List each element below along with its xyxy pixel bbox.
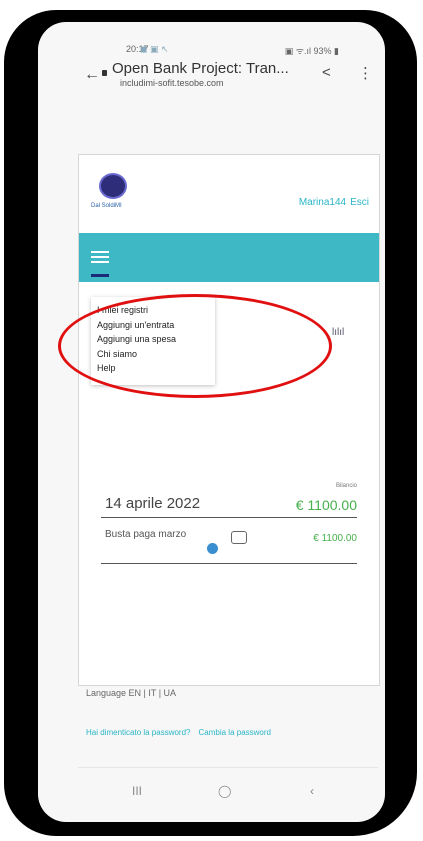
hamburger-menu-icon[interactable] — [91, 251, 109, 264]
footer-divider — [78, 767, 378, 768]
chart-icon[interactable]: lılıl — [332, 327, 344, 338]
income-category-icon — [207, 543, 218, 554]
annotation-circle — [58, 294, 332, 398]
phone-frame: 20:17 ◼ ▣ ↖ ▣ ᯤ.ıl 93% ▮ ← Open Bank Pro… — [4, 10, 417, 836]
share-icon[interactable]: < — [322, 64, 331, 81]
nav-bar — [79, 233, 379, 282]
status-bar: 20:17 ◼ ▣ ↖ ▣ ᯤ.ıl 93% ▮ — [38, 22, 385, 56]
active-menu-indicator — [91, 274, 109, 277]
balance-label: Bilancio — [335, 483, 357, 489]
more-options-icon[interactable]: ⋮ — [358, 64, 373, 82]
user-area: Marina144 Esci — [295, 197, 369, 208]
language-selector[interactable]: Language EN | IT | UA — [86, 688, 176, 698]
transaction-amount: € 1100.00 — [313, 533, 357, 544]
browser-page-title[interactable]: Open Bank Project: Tran... — [112, 60, 289, 77]
logo-emblem-icon — [99, 173, 127, 199]
recents-icon[interactable]: III — [132, 784, 142, 798]
app-logo[interactable]: Dal SoldiMI — [91, 173, 139, 213]
divider-line — [101, 517, 357, 518]
logout-link[interactable]: Esci — [350, 197, 369, 208]
transaction-date: 14 aprile 2022 — [105, 495, 201, 512]
web-page-card: Dal SoldiMI Marina144 Esci I miei registr… — [78, 154, 380, 686]
browser-url[interactable]: includimi-sofit.tesobe.com — [120, 78, 224, 88]
transaction-description[interactable]: Busta paga marzo — [105, 529, 186, 540]
lock-icon — [102, 70, 107, 76]
password-links: Hai dimenticato la password? Cambia la pa… — [86, 728, 279, 737]
divider-line — [101, 563, 357, 564]
android-nav-bar: III ◯ ‹ — [38, 774, 385, 814]
browser-toolbar: ← Open Bank Project: Tran... includimi-s… — [38, 54, 385, 106]
username-link[interactable]: Marina144 — [299, 197, 346, 208]
comment-icon[interactable] — [231, 531, 247, 544]
day-total: € 1100.00 — [295, 497, 357, 513]
logo-text: Dal SoldiMI — [91, 203, 122, 209]
home-icon[interactable]: ◯ — [218, 784, 231, 798]
change-password-link[interactable]: Cambia la password — [199, 728, 271, 737]
phone-screen: 20:17 ◼ ▣ ↖ ▣ ᯤ.ıl 93% ▮ ← Open Bank Pro… — [38, 22, 385, 822]
forgot-password-link[interactable]: Hai dimenticato la password? — [86, 728, 191, 737]
back-arrow-icon[interactable]: ← — [84, 66, 100, 84]
back-nav-icon[interactable]: ‹ — [310, 784, 314, 798]
